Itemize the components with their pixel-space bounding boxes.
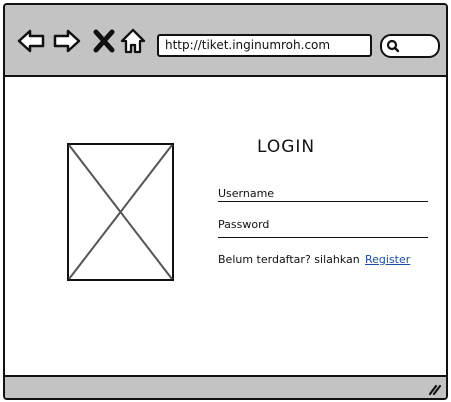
address-bar-url: http://tiket.inginumroh.com (165, 38, 331, 52)
search-input[interactable] (380, 34, 440, 58)
arrow-left-icon[interactable] (17, 27, 45, 55)
browser-toolbar: http://tiket.inginumroh.com (5, 5, 446, 77)
arrow-right-icon[interactable] (53, 27, 81, 55)
register-prompt: Belum terdaftar? silahkan (218, 253, 360, 266)
login-title: LOGIN (257, 137, 316, 157)
username-field[interactable] (218, 201, 428, 202)
status-bar (5, 375, 446, 398)
image-placeholder (67, 143, 174, 281)
address-bar[interactable]: http://tiket.inginumroh.com (157, 34, 372, 57)
username-label: Username (218, 187, 275, 200)
browser-window: http://tiket.inginumroh.com LOGIN Userna… (3, 3, 448, 400)
resize-grip-icon[interactable] (428, 382, 442, 396)
search-icon (386, 39, 400, 53)
close-icon[interactable] (91, 27, 119, 55)
password-label: Password (218, 218, 270, 231)
home-icon[interactable] (119, 27, 147, 55)
password-field[interactable] (218, 237, 428, 238)
register-link[interactable]: Register (365, 253, 410, 266)
